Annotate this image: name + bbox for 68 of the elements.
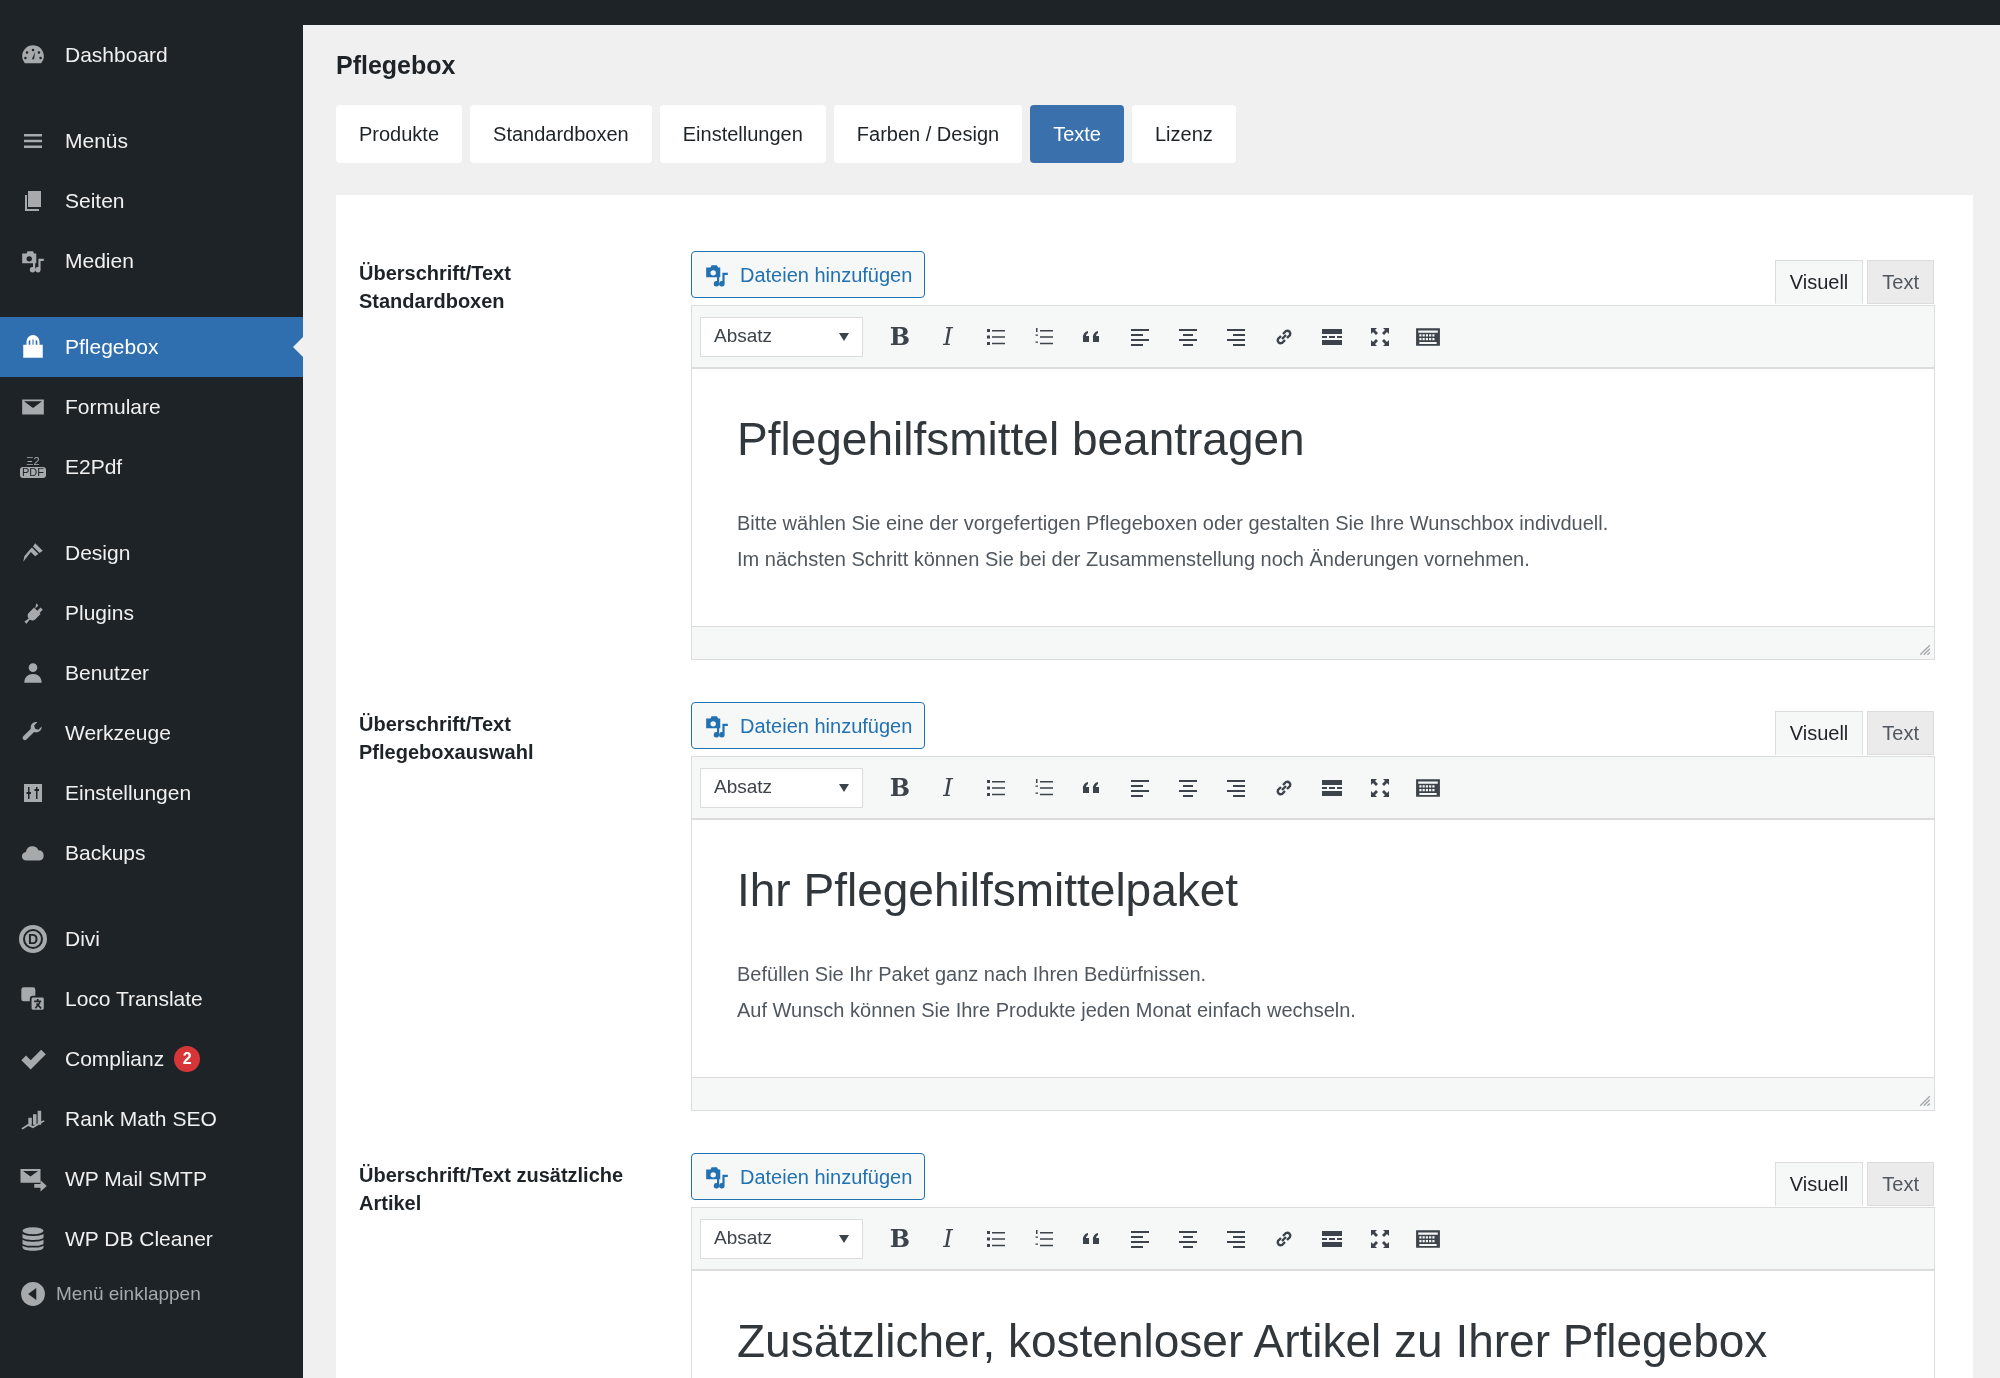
- field-label: Überschrift/Text zusätzliche Artikel: [359, 1163, 625, 1216]
- collapse-menu-button[interactable]: Menü einklappen: [0, 1269, 303, 1319]
- add-media-button[interactable]: Dateien hinzufügen: [691, 251, 926, 298]
- editor-paragraph: Im nächsten Schritt können Sie bei der Zusammenstellung noch Änderungen vornehmen.: [737, 547, 1531, 572]
- collapse-icon: [20, 1281, 46, 1307]
- media-icon: [20, 248, 46, 274]
- caret-icon: [839, 332, 849, 341]
- tab[interactable]: Produkte: [336, 105, 463, 163]
- caret-icon: [839, 783, 849, 792]
- bold-button[interactable]: B: [883, 319, 917, 354]
- sidebar-item[interactable]: Dashboard: [0, 25, 303, 85]
- tab[interactable]: Standardboxen: [470, 105, 652, 163]
- editor-heading: Ihr Pflegehilfsmittelpaket: [737, 863, 1240, 918]
- italic-button[interactable]: I: [931, 1221, 965, 1256]
- sidebar-item[interactable]: Medien: [0, 231, 303, 291]
- editor-heading: Pflegehilfsmittel beantragen: [737, 412, 1306, 467]
- add-media-button[interactable]: Dateien hinzufügen: [691, 702, 926, 749]
- bag-icon: [20, 334, 46, 360]
- sidebar-item[interactable]: D Divi: [0, 909, 303, 969]
- sidebar-item[interactable]: Complianz 2: [0, 1029, 303, 1089]
- editor-mode-tab[interactable]: Text: [1867, 711, 1934, 755]
- italic-button[interactable]: I: [931, 770, 965, 805]
- sliders-icon: [21, 781, 45, 805]
- circle-letter-icon: D: [19, 925, 47, 953]
- sidebar-item[interactable]: Design: [0, 523, 303, 583]
- editor-mode-tab[interactable]: Visuell: [1774, 260, 1864, 304]
- bold-button[interactable]: B: [883, 1221, 917, 1256]
- format-dropdown[interactable]: Absatz: [700, 767, 863, 808]
- editor-mode-tab[interactable]: Visuell: [1774, 711, 1864, 755]
- sidebar-item[interactable]: Werkzeuge: [0, 703, 303, 763]
- field-label: Überschrift/Text Pflegeboxauswahl: [359, 712, 535, 765]
- field-label: Überschrift/Text Standardboxen: [359, 261, 512, 314]
- add-media-button[interactable]: Dateien hinzufügen: [691, 1153, 926, 1200]
- editor-paragraph: Bitte wählen Sie eine der vorgefertigen Pflegeboxen oder gestalten Sie Ihre Wunschbox indivduell.: [737, 511, 1610, 536]
- italic-button[interactable]: I: [931, 319, 965, 354]
- sidebar-item[interactable]: WP Mail SMTP: [0, 1149, 303, 1209]
- sidebar-item[interactable]: Seiten: [0, 171, 303, 231]
- format-dropdown[interactable]: Absatz: [700, 1218, 863, 1259]
- sidebar-item[interactable]: Rank Math SEO: [0, 1089, 303, 1149]
- page-title: Pflegebox: [336, 50, 457, 80]
- editor-paragraph: Auf Wunsch können Sie Ihre Produkte jeden Monat einfach wechseln.: [737, 998, 1357, 1023]
- format-dropdown[interactable]: Absatz: [700, 316, 863, 357]
- sidebar-item[interactable]: Ξ2 PDF E2Pdf: [0, 437, 303, 497]
- translate-icon: [19, 985, 47, 1013]
- sidebar-item[interactable]: Formulare: [0, 377, 303, 437]
- sidebar-item[interactable]: Loco Translate: [0, 969, 303, 1029]
- sidebar-item[interactable]: Backups: [0, 823, 303, 883]
- tab[interactable]: Lizenz: [1131, 105, 1236, 163]
- resize-handle-icon[interactable]: [1919, 644, 1931, 656]
- editor-mode-tab[interactable]: Text: [1867, 1162, 1934, 1206]
- sidebar-item[interactable]: Einstellungen: [0, 763, 303, 823]
- resize-handle-icon[interactable]: [1919, 1095, 1931, 1107]
- tab[interactable]: Einstellungen: [659, 105, 826, 163]
- sidebar-item[interactable]: Plugins: [0, 583, 303, 643]
- current-page-pointer: [293, 337, 303, 357]
- tab[interactable]: Texte: [1030, 105, 1124, 163]
- sidebar-item[interactable]: Benutzer: [0, 643, 303, 703]
- sidebar-item[interactable]: Pflegebox: [0, 317, 303, 377]
- sidebar-item[interactable]: Menüs: [0, 111, 303, 171]
- editor-heading: Zusätzlicher, kostenloser Artikel zu Ihrer Pflegebox: [737, 1314, 1769, 1369]
- editor-mode-tab[interactable]: Text: [1867, 260, 1934, 304]
- editor-paragraph: Befüllen Sie Ihr Paket ganz nach Ihren Bedürfnissen.: [737, 962, 1208, 987]
- caret-icon: [839, 1234, 849, 1243]
- editor-mode-tab[interactable]: Visuell: [1774, 1162, 1864, 1206]
- bold-button[interactable]: B: [883, 770, 917, 805]
- notification-badge: 2: [174, 1046, 201, 1072]
- sidebar-item[interactable]: WP DB Cleaner: [0, 1209, 303, 1269]
- tab[interactable]: Farben / Design: [833, 105, 1023, 163]
